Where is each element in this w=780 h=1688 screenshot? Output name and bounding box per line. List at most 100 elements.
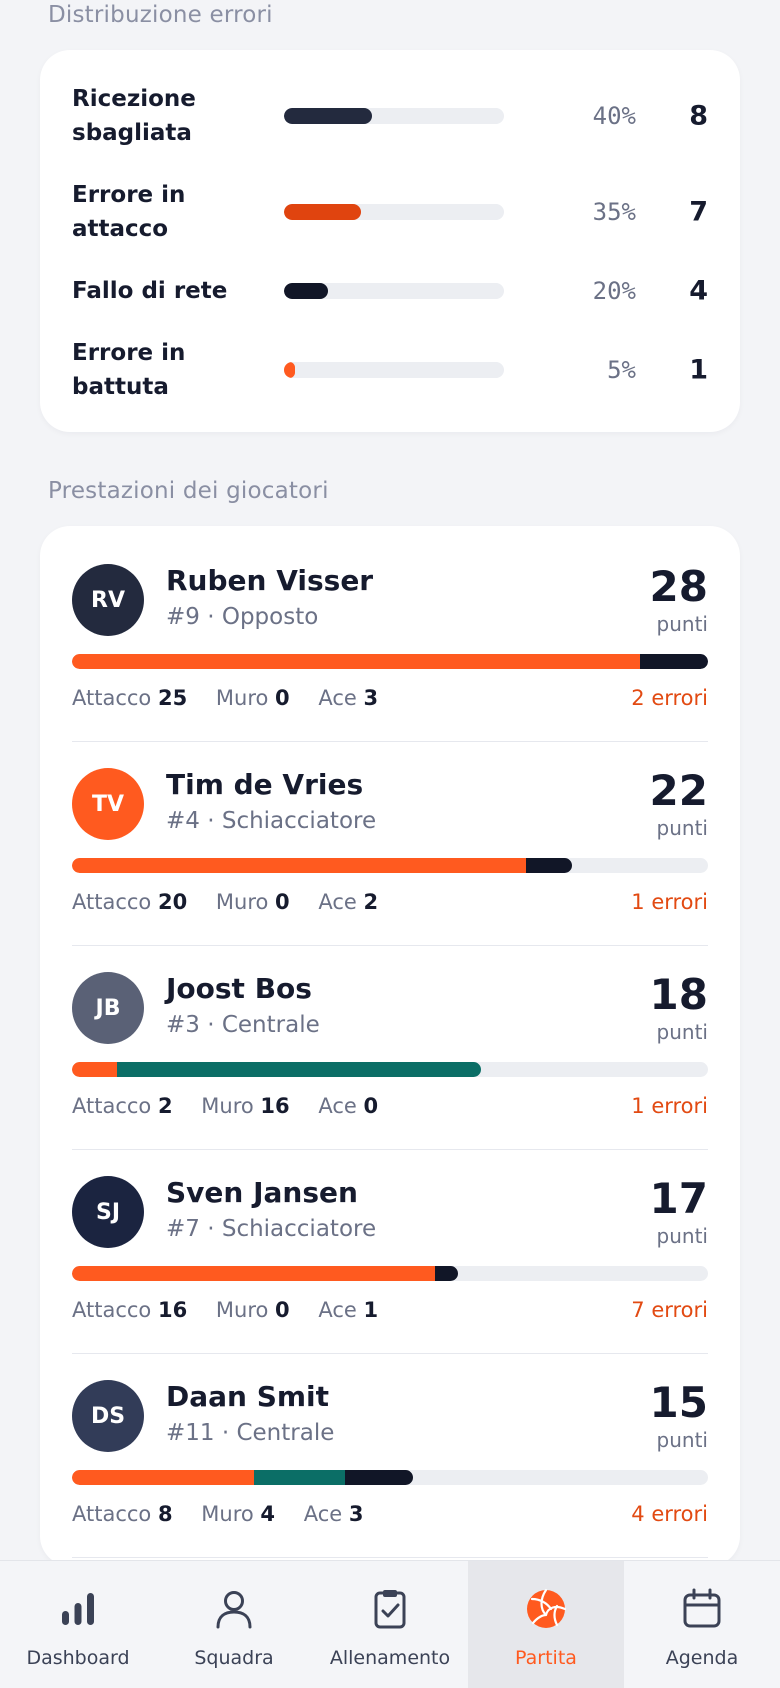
block-points-segment	[253, 1470, 345, 1485]
error-row-0: Ricezione sbagliata 40% 8	[72, 76, 708, 156]
player-errors: 4 errori	[631, 1502, 708, 1526]
player-number-role: #3 · Centrale	[166, 1012, 320, 1038]
nav-item-partita[interactable]: Partita	[468, 1561, 624, 1688]
player-stats: Attacco 25 Muro 0 Ace 3	[72, 686, 400, 710]
player-card-1[interactable]: TV Tim de Vries #4 · Schiacciatore 22 pu…	[72, 742, 708, 946]
player-card-3[interactable]: SJ Sven Jansen #7 · Schiacciatore 17 pun…	[72, 1150, 708, 1354]
players-section-title: Prestazioni dei giocatori	[48, 478, 329, 504]
player-stats: Attacco 16 Muro 0 Ace 1	[72, 1298, 400, 1322]
attack-label: Attacco	[72, 1298, 152, 1322]
player-stats: Attacco 2 Muro 16 Ace 0	[72, 1094, 400, 1118]
player-points: 18	[649, 970, 708, 1019]
nav-item-agenda[interactable]: Agenda	[624, 1561, 780, 1688]
divider	[72, 1557, 708, 1558]
attack-points-segment	[72, 654, 640, 669]
player-name: Tim de Vries	[166, 768, 364, 801]
points-breakdown-bar	[72, 1266, 708, 1281]
error-count: 4	[689, 275, 708, 307]
block-value: 4	[260, 1502, 276, 1526]
player-card-4[interactable]: DS Daan Smit #11 · Centrale 15 punti Att…	[72, 1354, 708, 1558]
nav-item-allenamento[interactable]: Allenamento	[312, 1561, 468, 1688]
player-number-role: #4 · Schiacciatore	[166, 808, 377, 834]
ace-points-segment	[526, 858, 572, 873]
error-percent: 40%	[592, 102, 636, 130]
player-points: 15	[649, 1378, 708, 1427]
bottom-nav: Dashboard Squadra Allenamento Partita Ag…	[0, 1560, 780, 1688]
attack-value: 8	[157, 1502, 173, 1526]
block-label: Muro	[215, 1298, 269, 1322]
points-breakdown-bar	[72, 654, 708, 669]
attack-value: 20	[157, 890, 188, 914]
nav-label: Dashboard	[26, 1647, 130, 1669]
attack-points-segment	[72, 1062, 118, 1077]
match-stats-screen: Distribuzione errori Ricezione sbagliata…	[0, 0, 780, 1688]
player-name: Sven Jansen	[166, 1176, 358, 1209]
nav-item-squadra[interactable]: Squadra	[156, 1561, 312, 1688]
nav-label: Partita	[515, 1647, 577, 1669]
player-stats: Attacco 8 Muro 4 Ace 3	[72, 1502, 386, 1526]
user-icon	[216, 1591, 252, 1629]
block-label: Muro	[201, 1502, 254, 1526]
block-value: 0	[275, 686, 290, 710]
block-label: Muro	[215, 686, 269, 710]
players-card: RV Ruben Visser #9 · Opposto 28 punti At…	[40, 526, 740, 1566]
attack-value: 25	[157, 686, 188, 710]
player-number-role: #9 · Opposto	[166, 604, 319, 630]
player-points: 28	[649, 562, 708, 611]
player-points: 17	[649, 1174, 708, 1223]
player-name: Joost Bos	[166, 972, 312, 1005]
player-name: Ruben Visser	[166, 564, 374, 597]
nav-label: Agenda	[665, 1647, 739, 1669]
player-errors: 1 errori	[631, 1094, 708, 1118]
points-label: punti	[656, 612, 708, 636]
ace-label: Ace	[318, 686, 357, 710]
ace-points-segment	[344, 1470, 413, 1485]
points-label: punti	[656, 816, 708, 840]
player-card-0[interactable]: RV Ruben Visser #9 · Opposto 28 punti At…	[72, 538, 708, 742]
error-percent: 35%	[592, 198, 636, 226]
error-count: 7	[689, 196, 708, 228]
ace-points-segment	[639, 654, 708, 669]
ace-value: 0	[363, 1094, 379, 1118]
ace-label: Ace	[318, 1094, 357, 1118]
bar-chart-icon	[62, 1593, 94, 1625]
error-label: Errore in attacco	[72, 182, 186, 242]
attack-value: 16	[157, 1298, 188, 1322]
player-points: 22	[649, 766, 708, 815]
block-label: Muro	[201, 1094, 254, 1118]
error-percent: 20%	[592, 277, 636, 305]
error-bar-fill	[284, 283, 328, 299]
player-card-2[interactable]: JB Joost Bos #3 · Centrale 18 punti Atta…	[72, 946, 708, 1150]
avatar: JB	[72, 972, 144, 1044]
ace-points-segment	[435, 1266, 459, 1281]
ace-label: Ace	[303, 1502, 343, 1526]
error-count: 1	[689, 354, 708, 386]
error-bar-fill	[284, 204, 361, 220]
error-label: Fallo di rete	[72, 278, 228, 304]
error-bar-track	[284, 283, 504, 299]
player-name: Daan Smit	[166, 1380, 330, 1413]
block-value: 16	[260, 1094, 290, 1118]
points-breakdown-bar	[72, 1062, 708, 1077]
attack-label: Attacco	[72, 1502, 152, 1526]
player-errors: 2 errori	[631, 686, 708, 710]
error-row-1: Errore in attacco 35% 7	[72, 172, 708, 252]
ace-value: 3	[363, 686, 379, 710]
attack-label: Attacco	[72, 890, 152, 914]
nav-label: Squadra	[194, 1647, 274, 1669]
block-value: 0	[275, 890, 290, 914]
ace-value: 3	[348, 1502, 364, 1526]
error-row-2: Fallo di rete 20% 4	[72, 251, 708, 331]
nav-item-dashboard[interactable]: Dashboard	[0, 1561, 156, 1688]
player-number-role: #7 · Schiacciatore	[166, 1216, 377, 1242]
points-label: punti	[656, 1224, 708, 1248]
error-bar-fill	[284, 108, 372, 124]
ace-value: 2	[363, 890, 379, 914]
attack-points-segment	[72, 1470, 254, 1485]
player-number-role: #11 · Centrale	[166, 1420, 335, 1446]
error-bar-track	[284, 204, 504, 220]
error-bar-track	[284, 108, 504, 124]
error-bar-track	[284, 362, 504, 378]
block-label: Muro	[215, 890, 269, 914]
errors-section-title: Distribuzione errori	[48, 2, 273, 28]
